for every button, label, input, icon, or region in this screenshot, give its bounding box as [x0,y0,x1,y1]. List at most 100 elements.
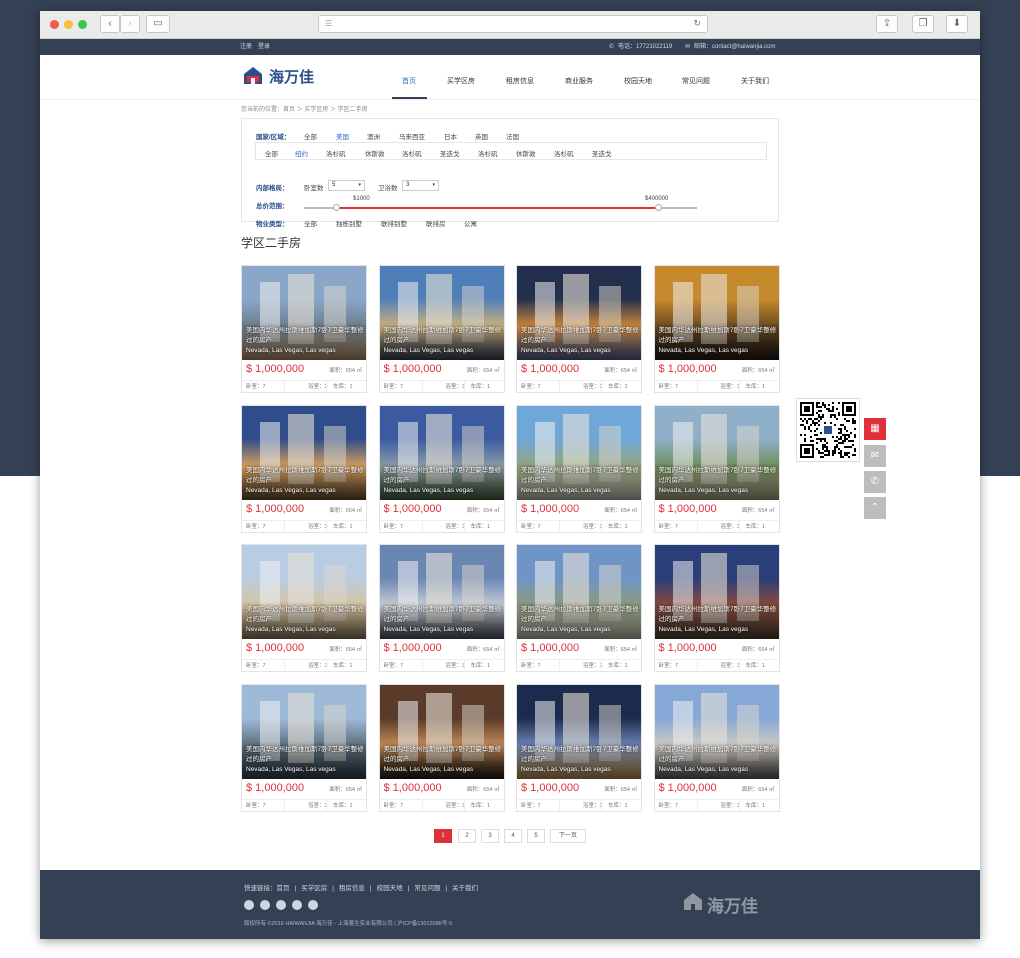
region-malaysia[interactable]: 马来西亚 [399,131,425,141]
divider [738,799,740,812]
listing-card[interactable]: 美国内华达州拉斯维加斯7卧7卫豪华整修过的房产 Nevada, Las Vegas… [653,683,780,812]
listing-card[interactable]: 美国内华达州拉斯维加斯7卧7卫豪华整修过的房产 Nevada, Las Vegas… [378,404,505,533]
footer-link-rental[interactable]: 租房信息 [339,885,365,892]
region-france[interactable]: 法国 [506,131,519,141]
price-slider-max-handle[interactable] [655,204,662,211]
reader-icon[interactable]: ☰ [325,19,332,28]
address-bar[interactable]: ☰ ↻ [318,15,708,33]
maximize-window-icon[interactable] [78,20,87,29]
tabs-icon[interactable]: ❐ [912,15,934,33]
nav-business[interactable]: 商业服务 [565,76,593,86]
city-item[interactable]: 休斯敦 [365,148,385,158]
mail-icon[interactable]: ✉ [864,445,886,467]
listing-card[interactable]: 美国内华达州拉斯维加斯7卧7卫豪华整修过的房产 Nevada, Las Vegas… [516,544,642,672]
nav-rental[interactable]: 租房信息 [506,76,534,86]
sidebar-toggle-icon[interactable]: ▭ [146,15,170,33]
nav-faq[interactable]: 常见问题 [682,76,710,86]
listing-card[interactable]: 美国内华达州拉斯维加斯7卧7卫豪华整修过的房产 Nevada, Las Vegas… [378,544,505,672]
divider [326,381,327,393]
region-all[interactable]: 全部 [304,131,317,141]
region-japan[interactable]: 日本 [444,131,457,141]
listing-card[interactable]: 美国内华达州拉斯维加斯7卧7卫豪华整修过的房产 Nevada, Las Vegas… [378,265,505,393]
bedroom-label: 卧室数 [304,185,324,192]
listing-card[interactable]: 美国内华达州拉斯维加斯7卧7卫豪华整修过的房产 Nevada, Las Vegas… [653,544,780,672]
listing-card[interactable]: 美国内华达州拉斯维加斯7卧7卫豪华整修过的房产 Nevada, Las Vegas… [516,404,642,533]
next-page-button[interactable]: 下一页 [550,829,586,843]
city-item[interactable]: 洛杉矶 [402,148,422,158]
listing-card[interactable]: 美国内华达州拉斯维加斯7卧7卫豪华整修过的房产 Nevada, Las Vegas… [241,544,367,672]
type-townhouse-villa[interactable]: 联排别墅 [381,218,407,228]
bathroom-select[interactable]: 3 ▾ [402,180,439,191]
city-item[interactable]: 圣迭戈 [440,148,460,158]
page-4[interactable]: 4 [504,829,522,843]
share-icon[interactable]: ⇪ [876,15,898,33]
page-3[interactable]: 3 [481,829,499,843]
logo-text[interactable]: 海万佳 [269,66,314,87]
city-item[interactable]: 纽约 [295,148,308,158]
star-icon[interactable] [276,900,286,910]
listing-card[interactable]: 美国内华达州拉斯维加斯7卧7卫豪华整修过的房产 Nevada, Las Vegas… [241,265,367,393]
reload-icon[interactable]: ↻ [693,18,701,29]
bedroom-select[interactable]: 5 ▾ [328,180,365,191]
type-townhouse[interactable]: 联排房 [426,218,446,228]
listing-card[interactable]: 美国内华达州拉斯维加斯7卧7卫豪华整修过的房产 Nevada, Las Vegas… [516,265,642,393]
city-item[interactable]: 圣迭戈 [592,148,612,158]
footer-link-campus[interactable]: 校园天地 [377,885,403,892]
city-item[interactable]: 洛杉矶 [326,148,346,158]
back-to-top-icon[interactable]: ⌃ [864,497,886,519]
qq-icon[interactable] [244,900,254,910]
top-bar: 注册 登录 ✆ 电话：17721022119 ✉ 邮箱：contact@haiw… [40,39,980,55]
city-item[interactable]: 休斯敦 [516,148,536,158]
footer-link-faq[interactable]: 常见问题 [414,885,440,892]
type-detached[interactable]: 独栋别墅 [336,218,362,228]
wechat-icon[interactable] [292,900,302,910]
listing-card[interactable]: 美国内华达州拉斯维加斯7卧7卫豪华整修过的房产 Nevada, Las Vegas… [653,265,780,393]
minimize-window-icon[interactable] [64,20,73,29]
region-australia[interactable]: 澳洲 [367,131,380,141]
listing-card[interactable]: 美国内华达州拉斯维加斯7卧7卫豪华整修过的房产 Nevada, Las Vegas… [241,404,367,533]
listing-card[interactable]: 美国内华达州拉斯维加斯7卧7卫豪华整修过的房产 Nevada, Las Vegas… [241,683,367,812]
listing-card[interactable]: 美国内华达州拉斯维加斯7卧7卫豪华整修过的房产 Nevada, Las Vegas… [653,404,780,533]
back-icon[interactable]: ‹ [100,15,120,33]
page-5[interactable]: 5 [527,829,545,843]
region-usa[interactable]: 美国 [336,131,349,141]
listing-bedrooms: 卧室：7 [521,663,541,669]
chevron-down-icon: ▾ [358,182,361,188]
logo-house-icon[interactable] [243,65,263,85]
bathroom-value: 3 [406,182,410,188]
weibo-icon[interactable] [260,900,270,910]
listing-card[interactable]: 美国内华达州拉斯维加斯7卧7卫豪华整修过的房产 Nevada, Las Vegas… [378,683,505,812]
footer-link-home[interactable]: 首页 [277,885,290,892]
type-apartment[interactable]: 公寓 [464,218,477,228]
nav-buy-school-house[interactable]: 买学区房 [447,76,475,86]
divider: | [294,885,297,892]
city-item[interactable]: 洛杉矶 [554,148,574,158]
footer-link-about[interactable]: 关于我们 [452,885,478,892]
nav-home[interactable]: 首页 [402,76,416,86]
region-uk[interactable]: 英国 [475,131,488,141]
forward-icon[interactable]: › [120,15,140,33]
nav-campus[interactable]: 校园天地 [624,76,652,86]
price-slider-min-handle[interactable] [333,204,340,211]
footer-link-buy[interactable]: 买学区房 [301,885,327,892]
type-all[interactable]: 全部 [304,218,317,228]
page-2[interactable]: 2 [458,829,476,843]
listing-card[interactable]: 美国内华达州拉斯维加斯7卧7卫豪华整修过的房产 Nevada, Las Vegas… [516,683,642,812]
listing-garage: 车库：1 [608,384,628,390]
register-link[interactable]: 注册 [240,39,252,55]
phone-icon[interactable]: ✆ [864,471,886,493]
listing-bathrooms: 浴室：3 [583,384,603,390]
close-window-icon[interactable] [50,20,59,29]
qr-code-icon[interactable]: ▦ [864,418,886,440]
listing-meta: 卧室：7 浴室：3 车库：1 [242,380,366,393]
listing-area: 面积：654 ㎡ [741,507,775,514]
listing-area: 面积：654 ㎡ [329,647,362,653]
nav-about[interactable]: 关于我们 [741,76,769,86]
listing-bathrooms: 浴室：3 [445,663,466,669]
downloads-icon[interactable]: ⬇ [946,15,968,33]
city-item[interactable]: 全部 [265,148,278,158]
login-link[interactable]: 登录 [258,39,270,55]
settings-icon[interactable] [308,900,318,910]
city-item[interactable]: 洛杉矶 [478,148,498,158]
page-1[interactable]: 1 [434,829,452,843]
